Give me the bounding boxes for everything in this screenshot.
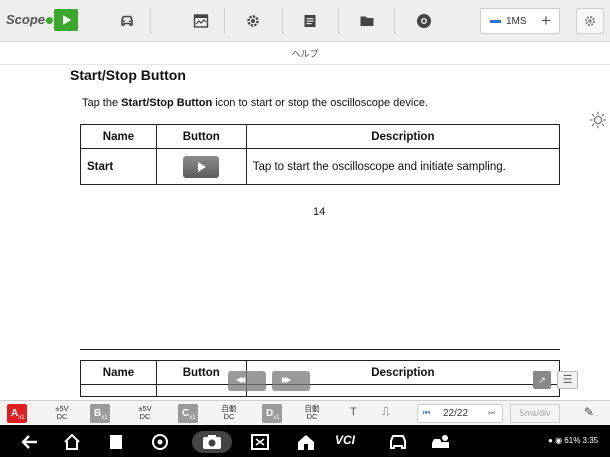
- channel-bar: Ax1 ±5V DC Bx1 ±5V DC Cx1 自動 DC Dx1 自動 DC T …: [0, 400, 610, 425]
- play-icon: [183, 155, 220, 178]
- help-button[interactable]: [403, 7, 445, 35]
- page-number: 14: [313, 206, 326, 218]
- next-page-button[interactable]: [272, 371, 310, 391]
- profile-car-icon[interactable]: [430, 433, 450, 451]
- panel-title: ヘルプ: [291, 49, 319, 59]
- car-icon: [121, 15, 133, 26]
- scope-app: Scope 1MS + ヘルプ Start/Stop Button Tap th…: [0, 0, 610, 457]
- app-logo: Scope: [6, 12, 54, 27]
- column-header: Name: [80, 124, 157, 149]
- table-row: Start Tap to start the oscilloscope and …: [80, 148, 561, 185]
- table-header-row: Name Button Description: [80, 360, 561, 385]
- channel-b-settings[interactable]: ±5V DC: [133, 405, 157, 421]
- timebase-value: 1MS: [506, 16, 527, 27]
- location-icon: ●: [548, 436, 553, 445]
- timebase-minus-button[interactable]: [490, 20, 501, 23]
- vci-icon[interactable]: VCI: [335, 433, 355, 447]
- trigger-edge-icon[interactable]: ⎍: [382, 406, 390, 419]
- probe-icon[interactable]: ✎: [584, 405, 594, 419]
- top-toolbar: Scope 1MS +: [0, 0, 610, 42]
- folder-icon: [360, 16, 374, 26]
- page-navigator: ⏮ 22/22 ⏭: [417, 404, 503, 423]
- table-header-row: Name Button Description: [80, 124, 561, 149]
- previous-page-button[interactable]: [228, 371, 266, 391]
- channel-c-settings[interactable]: 自動 DC: [217, 405, 241, 421]
- document-icon: [304, 15, 316, 27]
- row-name: Start: [80, 148, 157, 185]
- start-stop-button[interactable]: [54, 9, 78, 31]
- collapse-icon[interactable]: ↗: [533, 371, 551, 389]
- waveform-library-button[interactable]: [180, 7, 222, 35]
- recent-apps-icon[interactable]: [106, 433, 126, 451]
- channel-c-button[interactable]: Cx1: [178, 404, 198, 423]
- vehicle-button[interactable]: [106, 7, 148, 35]
- camera-button[interactable]: [192, 431, 232, 453]
- browser-icon[interactable]: [150, 433, 170, 451]
- wifi-icon: ◉: [555, 436, 563, 445]
- channel-a-settings[interactable]: ±5V DC: [50, 405, 74, 421]
- home-icon[interactable]: [62, 433, 82, 451]
- battery-status: 61% 3:35: [564, 436, 599, 445]
- column-header: Name: [80, 360, 157, 385]
- first-page-icon[interactable]: ⏮: [423, 408, 430, 418]
- help-paragraph: Tap the Start/Stop Button icon to start …: [82, 97, 429, 109]
- camera-icon: [203, 435, 221, 449]
- help-heading: Start/Stop Button: [70, 67, 186, 83]
- settings-button[interactable]: [232, 7, 274, 35]
- folder-button[interactable]: [346, 7, 388, 35]
- channel-b-button[interactable]: Bx1: [90, 404, 110, 423]
- notes-button[interactable]: [289, 7, 331, 35]
- column-header: Description: [245, 124, 561, 149]
- light-icon[interactable]: [588, 110, 610, 132]
- help-table-next-page: Name Button Description: [80, 360, 561, 397]
- column-header: Button: [155, 124, 247, 149]
- back-icon[interactable]: [20, 433, 40, 451]
- status-bar: ● ◉ 61% 3:35: [548, 436, 598, 445]
- page-indicator: 22/22: [443, 408, 469, 419]
- timebase-plus-button[interactable]: +: [541, 12, 551, 30]
- time-div-display[interactable]: 5ms/div: [510, 404, 560, 423]
- row-description: Tap to start the oscilloscope and initia…: [245, 148, 561, 185]
- gear-icon: [585, 16, 595, 26]
- waveform-icon: [193, 14, 209, 28]
- gear-icon: [247, 15, 259, 27]
- system-nav-bar: VCI ● ◉ 61% 3:35: [0, 425, 610, 457]
- row-button-cell: [155, 148, 247, 185]
- scope-settings-button[interactable]: [576, 8, 604, 34]
- trigger-button[interactable]: T: [350, 406, 357, 418]
- last-page-icon[interactable]: ⏭: [488, 408, 495, 418]
- channel-d-button[interactable]: Dx1: [262, 404, 282, 423]
- screenshot-icon[interactable]: [250, 433, 270, 451]
- help-table: Name Button Description Start Tap to sta…: [80, 124, 561, 185]
- logo-dot-icon: [46, 17, 54, 24]
- home-shortcut-icon[interactable]: [296, 433, 316, 451]
- channel-d-settings[interactable]: 自動 DC: [300, 405, 324, 421]
- list-icon[interactable]: ☰: [557, 371, 578, 389]
- timebase-control: 1MS +: [480, 8, 560, 34]
- channel-a-button[interactable]: Ax1: [7, 404, 27, 423]
- vehicle-icon[interactable]: [388, 433, 408, 451]
- help-icon: [417, 14, 431, 28]
